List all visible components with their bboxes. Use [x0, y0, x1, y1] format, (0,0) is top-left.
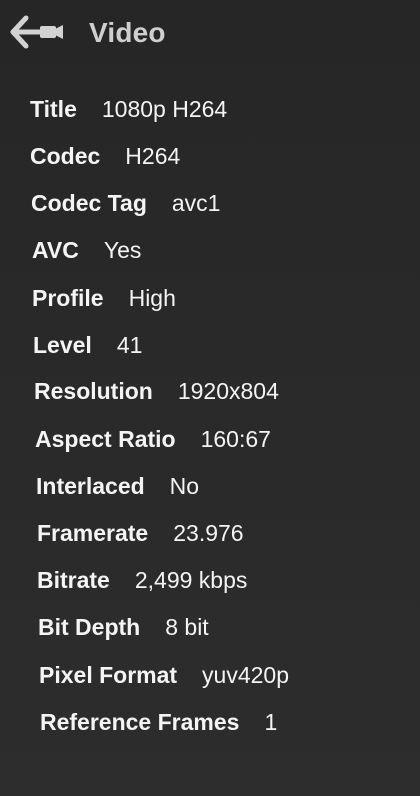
detail-row-framerate: Framerate 23.976	[37, 518, 244, 548]
detail-value: 1920x804	[177, 378, 279, 404]
detail-label: Codec Tag	[31, 190, 147, 216]
detail-row-reference-frames: Reference Frames 1	[40, 707, 277, 737]
detail-value: No	[169, 473, 200, 499]
detail-value: H264	[125, 143, 181, 169]
video-info-list: Title 1080p H264 Codec H264 Codec Tag av…	[0, 0, 420, 796]
detail-label: Aspect Ratio	[35, 426, 176, 452]
detail-label: Level	[33, 332, 92, 358]
detail-value: 23.976	[173, 520, 244, 546]
detail-label: Bit Depth	[38, 614, 141, 640]
detail-label: Pixel Format	[39, 662, 178, 688]
detail-row-avc: AVC Yes	[32, 235, 141, 265]
detail-value: Yes	[103, 237, 142, 263]
detail-value: 2,499 kbps	[134, 567, 248, 593]
detail-row-aspect-ratio: Aspect Ratio 160:67	[35, 424, 271, 454]
detail-value: 160:67	[200, 426, 271, 452]
detail-row-bit-depth: Bit Depth 8 bit	[38, 612, 209, 642]
detail-label: AVC	[32, 237, 79, 263]
detail-row-pixel-format: Pixel Format yuv420p	[39, 660, 289, 690]
detail-value: 1080p H264	[101, 96, 228, 122]
detail-row-title: Title 1080p H264	[30, 94, 227, 124]
video-details-screen: Video Title 1080p H264 Codec H264 Codec …	[0, 0, 420, 796]
detail-label: Bitrate	[37, 567, 110, 593]
detail-row-interlaced: Interlaced No	[36, 471, 199, 501]
detail-value: High	[128, 285, 176, 311]
detail-row-resolution: Resolution 1920x804	[34, 376, 279, 406]
detail-row-bitrate: Bitrate 2,499 kbps	[37, 565, 247, 595]
detail-label: Reference Frames	[40, 709, 240, 735]
detail-label: Title	[30, 96, 77, 122]
detail-row-codec-tag: Codec Tag avc1	[31, 188, 220, 218]
detail-label: Resolution	[34, 378, 153, 404]
detail-value: yuv420p	[202, 662, 290, 688]
detail-label: Profile	[32, 285, 104, 311]
detail-value: avc1	[171, 190, 221, 216]
detail-label: Framerate	[37, 520, 149, 546]
detail-label: Codec	[30, 143, 101, 169]
detail-value: 8 bit	[165, 614, 209, 640]
detail-label: Interlaced	[36, 473, 145, 499]
detail-value: 41	[116, 332, 143, 358]
detail-row-codec: Codec H264	[30, 141, 180, 171]
detail-value: 1	[264, 709, 278, 735]
detail-row-profile: Profile High	[32, 283, 176, 313]
detail-row-level: Level 41	[33, 330, 142, 360]
